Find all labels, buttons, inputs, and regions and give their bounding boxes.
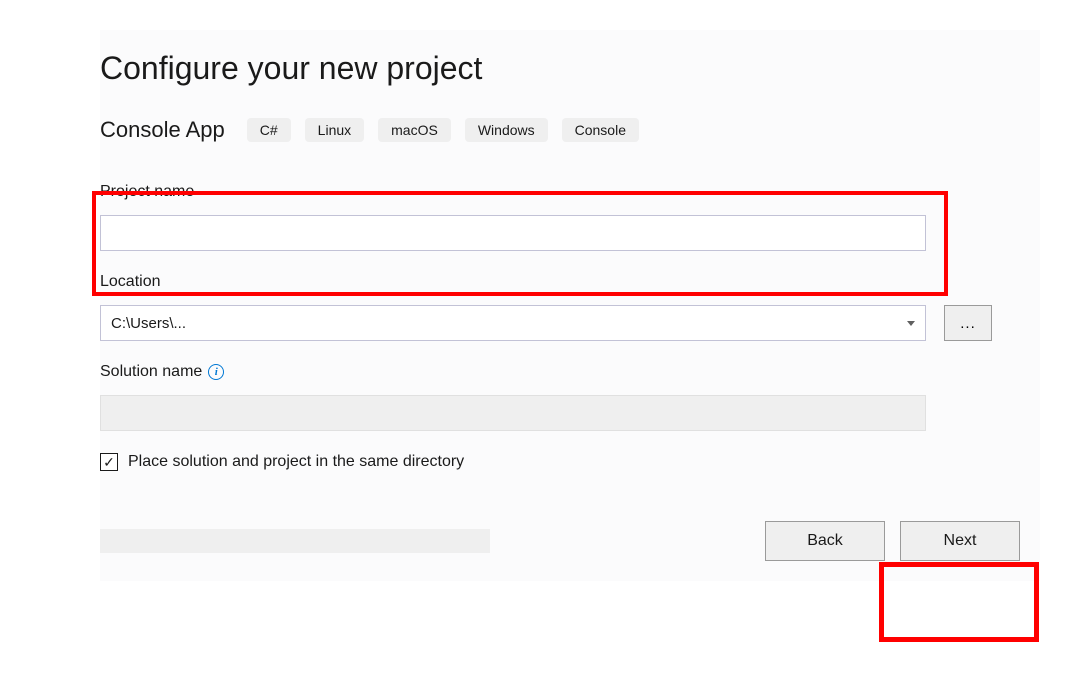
next-button[interactable]: Next bbox=[900, 521, 1020, 561]
location-group: Location C:\Users\... ... bbox=[100, 273, 1040, 341]
location-value: C:\Users\... bbox=[111, 315, 186, 332]
browse-button[interactable]: ... bbox=[944, 305, 992, 341]
chevron-down-icon bbox=[907, 321, 915, 326]
project-name-input[interactable] bbox=[100, 215, 926, 251]
checkmark-icon: ✓ bbox=[103, 455, 115, 469]
tag-linux: Linux bbox=[305, 118, 364, 142]
solution-name-input bbox=[100, 395, 926, 431]
solution-name-label: Solution name i bbox=[100, 363, 1040, 381]
button-row: Back Next bbox=[100, 521, 1040, 581]
template-info-row: Console App C# Linux macOS Windows Conso… bbox=[100, 117, 1040, 143]
tag-console: Console bbox=[562, 118, 639, 142]
solution-name-label-text: Solution name bbox=[100, 363, 202, 381]
back-button[interactable]: Back bbox=[765, 521, 885, 561]
location-label: Location bbox=[100, 273, 1040, 291]
tag-csharp: C# bbox=[247, 118, 291, 142]
same-directory-checkbox[interactable]: ✓ bbox=[100, 453, 118, 471]
project-name-group: Project name bbox=[100, 183, 1040, 251]
info-icon[interactable]: i bbox=[208, 364, 224, 380]
project-name-label: Project name bbox=[100, 183, 1040, 201]
configure-project-dialog: Configure your new project Console App C… bbox=[100, 30, 1040, 581]
page-title: Configure your new project bbox=[100, 50, 1040, 87]
tag-windows: Windows bbox=[465, 118, 548, 142]
same-directory-checkbox-row: ✓ Place solution and project in the same… bbox=[100, 453, 1040, 471]
same-directory-label: Place solution and project in the same d… bbox=[128, 453, 464, 471]
template-name: Console App bbox=[100, 117, 225, 143]
tag-macos: macOS bbox=[378, 118, 451, 142]
solution-name-group: Solution name i bbox=[100, 363, 1040, 431]
progress-placeholder bbox=[100, 529, 490, 553]
location-select[interactable]: C:\Users\... bbox=[100, 305, 926, 341]
